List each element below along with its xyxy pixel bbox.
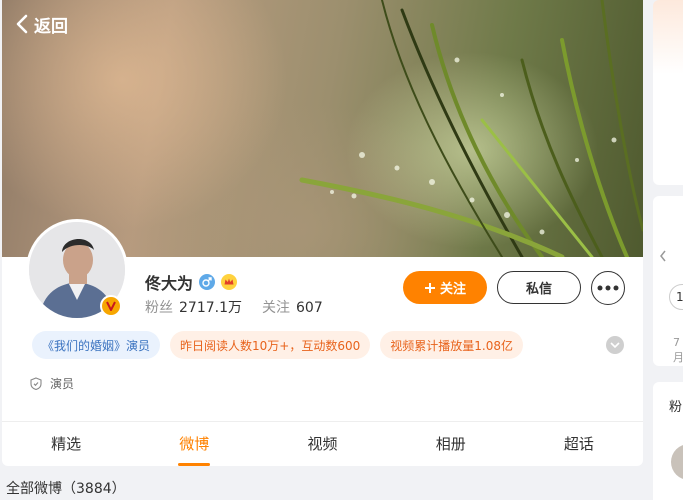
back-arrow-icon [16, 14, 28, 34]
profile-tags: 《我们的婚姻》演员 昨日阅读人数10万+，互动数600 视频累计播放量1.08亿 [32, 331, 523, 359]
message-button-label: 私信 [525, 282, 552, 297]
more-button[interactable] [591, 271, 625, 305]
fans-count: 2717.1万 [179, 300, 242, 316]
following-stat[interactable]: 关注 607 [262, 297, 323, 317]
fans-label: 粉丝 [145, 300, 173, 316]
month-pill[interactable]: 1月 [669, 284, 683, 310]
back-label: 返回 [34, 16, 68, 37]
sidebar-card-fans: 粉 [653, 382, 683, 500]
verified-v-icon [100, 295, 122, 317]
date-label: 7月 [673, 336, 683, 364]
expand-tags-button[interactable] [606, 336, 624, 354]
profile-name-row: 佟大为 [145, 270, 238, 294]
profile-tabs: 精选 微博 视频 相册 超话 [2, 421, 643, 466]
back-button[interactable]: 返回 [16, 10, 68, 38]
fans-stat[interactable]: 粉丝 2717.1万 [145, 297, 242, 317]
profile-name: 佟大为 [145, 274, 194, 293]
more-dots-icon [597, 285, 619, 291]
follow-button-label: 关注 [439, 282, 466, 297]
tag-reading-stats[interactable]: 昨日阅读人数10万+，互动数600 [170, 331, 371, 359]
sidebar-fans-title: 粉 [669, 400, 683, 415]
tab-featured[interactable]: 精选 [2, 422, 130, 466]
chevron-left-icon[interactable] [659, 250, 667, 262]
chevron-down-icon [610, 342, 620, 348]
message-button[interactable]: 私信 [497, 271, 581, 304]
follow-button[interactable]: 关注 [403, 271, 487, 304]
tab-albums[interactable]: 相册 [387, 422, 515, 466]
vip-crown-icon[interactable] [221, 274, 238, 290]
profile-role: 演员 [30, 375, 74, 392]
role-shield-icon [30, 377, 42, 390]
following-label: 关注 [262, 300, 290, 316]
profile-card: 返回 佟大为 粉丝 2717.1万 关注 607 关注 私信 《我们的婚姻》演员… [2, 0, 643, 466]
sidebar-card-calendar: 1月 7月 [653, 196, 683, 366]
role-label: 演员 [50, 377, 75, 391]
tag-video-plays[interactable]: 视频累计播放量1.08亿 [380, 331, 523, 359]
tag-drama-role[interactable]: 《我们的婚姻》演员 [32, 331, 161, 359]
male-gender-icon [199, 274, 216, 290]
all-weibo-count: 全部微博（3884） [6, 481, 126, 497]
plus-icon [424, 282, 435, 293]
following-count: 607 [296, 300, 323, 316]
sidebar-card-top [653, 0, 683, 185]
tab-super-topic[interactable]: 超话 [515, 422, 643, 466]
tab-weibo[interactable]: 微博 [130, 422, 258, 466]
sidebar-avatar[interactable] [671, 444, 683, 480]
profile-stats: 粉丝 2717.1万 关注 607 [145, 297, 323, 317]
cover-image [2, 0, 643, 257]
tab-videos[interactable]: 视频 [258, 422, 386, 466]
